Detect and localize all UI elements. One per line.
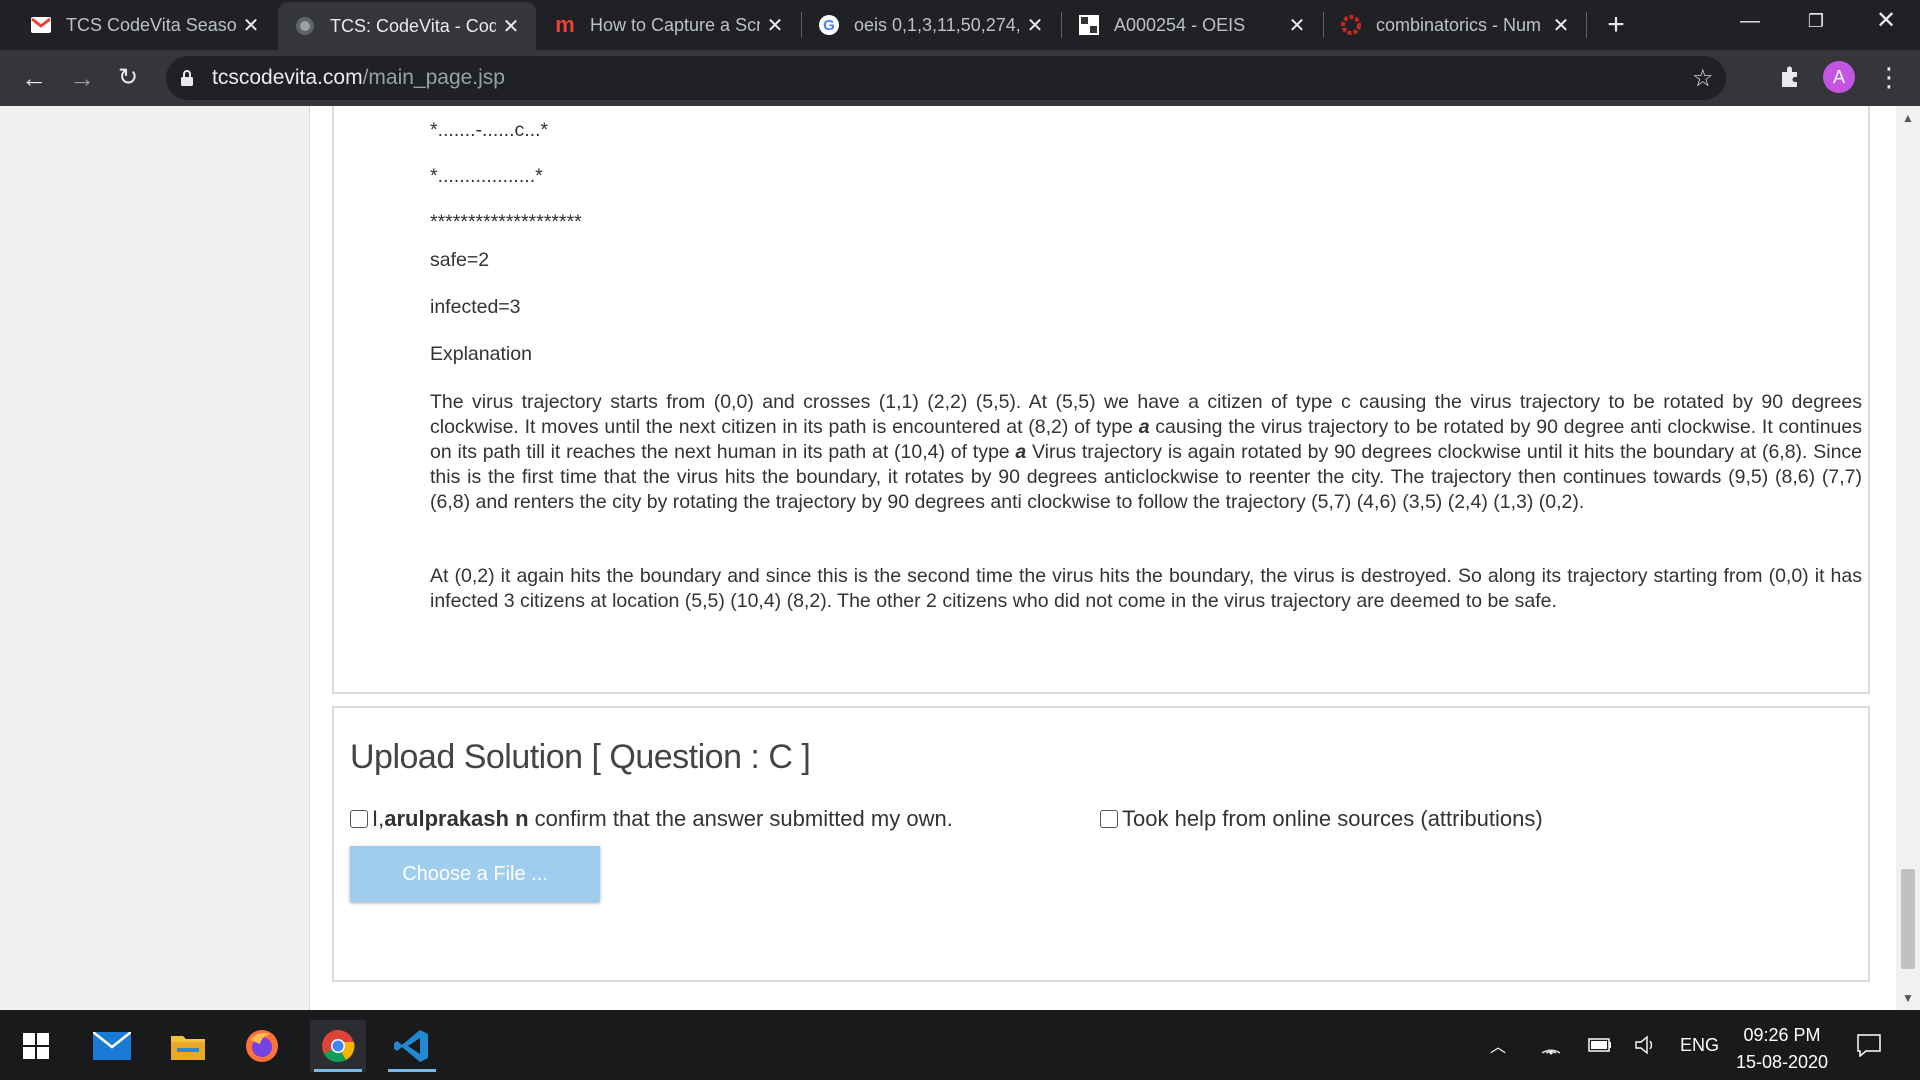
back-icon[interactable]: ← bbox=[16, 60, 52, 96]
scroll-up-icon[interactable]: ▲ bbox=[1896, 106, 1920, 130]
tab-capture[interactable]: m How to Capture a Scr ✕ bbox=[538, 0, 800, 50]
close-icon[interactable]: ✕ bbox=[1282, 13, 1312, 38]
minimize-icon[interactable]: — bbox=[1720, 0, 1780, 42]
google-icon: G bbox=[818, 14, 840, 36]
browser-toolbar: ← → ↻ tcscodevita.com/main_page.jsp ☆ A … bbox=[0, 50, 1920, 106]
reload-icon[interactable]: ↻ bbox=[110, 60, 146, 96]
upload-title: Upload Solution [ Question : C ] bbox=[350, 738, 811, 776]
type-a-label: a bbox=[1015, 441, 1027, 463]
mail-app-icon[interactable] bbox=[84, 1020, 140, 1072]
explanation-paragraph: The virus trajectory starts from (0,0) a… bbox=[430, 390, 1862, 515]
confirm-own-checkbox-row[interactable]: I, arulprakash n confirm that the answer… bbox=[350, 806, 953, 832]
chrome-icon[interactable] bbox=[310, 1020, 366, 1072]
volume-icon[interactable] bbox=[1634, 1010, 1658, 1080]
windows-taskbar: ︿ ENG 09:26 PM 15-08-2020 bbox=[0, 1010, 1920, 1080]
restore-icon[interactable]: ❐ bbox=[1786, 0, 1846, 42]
battery-icon[interactable] bbox=[1588, 1010, 1612, 1080]
wifi-icon[interactable] bbox=[1540, 1010, 1562, 1080]
avatar[interactable]: A bbox=[1823, 61, 1855, 93]
confirm-prefix: I, bbox=[372, 806, 385, 831]
confirm-suffix: confirm that the answer submitted my own… bbox=[528, 806, 953, 831]
attribution-checkbox-row[interactable]: Took help from online sources (attributi… bbox=[1100, 806, 1543, 832]
explanation-paragraph-2: At (0,2) it again hits the boundary and … bbox=[430, 565, 1862, 612]
m-icon: m bbox=[555, 12, 575, 37]
tab-codevita[interactable]: TCS: CodeVita - Codi ✕ bbox=[278, 2, 536, 50]
choose-file-button[interactable]: Choose a File ... bbox=[350, 846, 600, 902]
attribution-checkbox[interactable] bbox=[1100, 810, 1118, 828]
tab-strip: TCS CodeVita Season ✕ TCS: CodeVita - Co… bbox=[0, 0, 1920, 50]
active-app-indicator bbox=[314, 1069, 362, 1072]
tab-oeis[interactable]: A000254 - OEIS ✕ bbox=[1062, 0, 1322, 50]
windows-start-icon[interactable] bbox=[8, 1020, 64, 1072]
page-scrollbar[interactable]: ▲ ▼ bbox=[1896, 106, 1920, 1010]
clock-date: 15-08-2020 bbox=[1735, 1052, 1829, 1072]
close-window-icon[interactable]: ✕ bbox=[1856, 0, 1916, 42]
forward-icon[interactable]: → bbox=[64, 60, 100, 96]
scroll-down-icon[interactable]: ▼ bbox=[1896, 986, 1920, 1010]
new-tab-button[interactable]: + bbox=[1598, 8, 1634, 42]
tab-title: combinatorics - Num bbox=[1376, 14, 1542, 35]
close-icon[interactable]: ✕ bbox=[496, 14, 526, 39]
user-name: arulprakash n bbox=[384, 806, 529, 831]
globe-icon bbox=[294, 15, 316, 37]
active-app-indicator bbox=[388, 1069, 436, 1072]
extensions-icon[interactable] bbox=[1776, 62, 1806, 92]
tab-separator bbox=[1586, 12, 1587, 38]
close-icon[interactable]: ✕ bbox=[236, 13, 266, 38]
type-a-label: a bbox=[1138, 416, 1150, 438]
notifications-icon[interactable] bbox=[1856, 1010, 1882, 1080]
tab-title: A000254 - OEIS bbox=[1114, 14, 1246, 35]
grid-line: *..................* bbox=[430, 165, 543, 187]
language-indicator[interactable]: ENG bbox=[1680, 1010, 1719, 1080]
tab-title: TCS CodeVita Season bbox=[66, 14, 236, 35]
url-path: /main_page.jsp bbox=[362, 66, 505, 89]
firefox-icon[interactable] bbox=[234, 1020, 290, 1072]
menu-dots-icon[interactable]: ⋮ bbox=[1876, 62, 1902, 92]
page-content: *.......-......c...* *..................… bbox=[0, 106, 1920, 1010]
grid-line: ******************** bbox=[430, 211, 582, 233]
infected-output: infected=3 bbox=[430, 296, 521, 318]
close-icon[interactable]: ✕ bbox=[1546, 13, 1576, 38]
math-se-icon bbox=[1340, 14, 1362, 36]
oeis-icon bbox=[1078, 14, 1100, 36]
svg-text:G: G bbox=[823, 17, 835, 34]
tab-google-oeis[interactable]: G oeis 0,1,3,11,50,274,1 ✕ bbox=[802, 0, 1060, 50]
close-icon[interactable]: ✕ bbox=[760, 13, 790, 38]
tab-title: oeis 0,1,3,11,50,274,1 bbox=[854, 14, 1020, 35]
grid-line: *.......-......c...* bbox=[430, 119, 549, 141]
safe-output: safe=2 bbox=[430, 249, 490, 271]
scrollbar-thumb[interactable] bbox=[1901, 869, 1915, 969]
vscode-icon[interactable] bbox=[384, 1020, 440, 1072]
bookmark-star-icon[interactable]: ☆ bbox=[1692, 64, 1714, 93]
clock-time: 09:26 PM bbox=[1743, 1025, 1821, 1045]
address-bar[interactable]: tcscodevita.com/main_page.jsp ☆ bbox=[166, 56, 1726, 100]
tab-title: How to Capture a Scr bbox=[590, 14, 760, 35]
url-domain: tcscodevita.com bbox=[212, 66, 363, 89]
system-clock[interactable]: 09:26 PM 15-08-2020 bbox=[1720, 1022, 1844, 1076]
attribution-label: Took help from online sources (attributi… bbox=[1122, 806, 1543, 831]
upload-solution-panel: Upload Solution [ Question : C ] I, arul… bbox=[332, 706, 1870, 982]
gmail-icon bbox=[30, 14, 52, 36]
close-icon[interactable]: ✕ bbox=[1020, 13, 1050, 38]
tab-title: TCS: CodeVita - Codi bbox=[330, 15, 496, 36]
explanation-heading: Explanation bbox=[430, 343, 532, 365]
problem-statement-panel: *.......-......c...* *..................… bbox=[332, 106, 1870, 694]
tab-gmail[interactable]: TCS CodeVita Season ✕ bbox=[0, 0, 276, 50]
file-explorer-icon[interactable] bbox=[160, 1020, 216, 1072]
left-gutter bbox=[0, 106, 310, 1010]
confirm-own-checkbox[interactable] bbox=[350, 810, 368, 828]
url-text: tcscodevita.com/main_page.jsp bbox=[212, 66, 505, 90]
show-hidden-icons-icon[interactable]: ︿ bbox=[1490, 1010, 1506, 1080]
lock-icon bbox=[181, 70, 193, 86]
tab-math-se[interactable]: combinatorics - Num ✕ bbox=[1324, 0, 1586, 50]
main-column: *.......-......c...* *..................… bbox=[310, 106, 1896, 1010]
